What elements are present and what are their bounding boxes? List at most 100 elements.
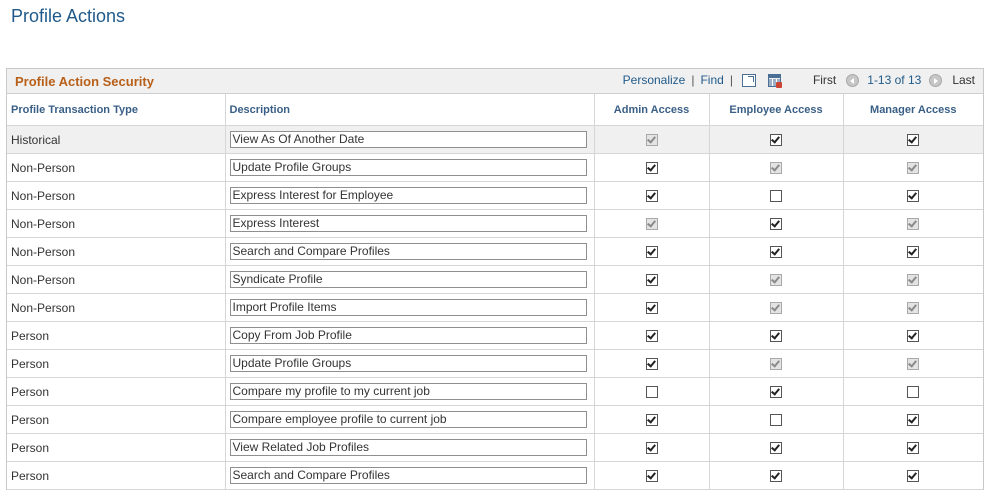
nav-separator: | (691, 73, 695, 87)
employee-access-cell (709, 153, 844, 182)
employee-access-checkbox[interactable] (770, 470, 782, 483)
manager-access-checkbox[interactable] (907, 134, 920, 147)
find-link[interactable]: Find (700, 73, 723, 87)
admin-access-checkbox[interactable] (645, 330, 658, 343)
employee-access-checkbox[interactable] (770, 218, 782, 231)
admin-access-checkbox[interactable] (645, 414, 658, 427)
manager-access-cell (843, 405, 983, 434)
manager-access-checkbox[interactable] (907, 246, 920, 259)
description-cell: Compare my profile to my current job (225, 377, 595, 406)
admin-access-checkbox (645, 218, 658, 231)
manager-access-checkbox[interactable] (907, 442, 920, 455)
manager-access-checkbox[interactable] (907, 190, 920, 203)
admin-access-cell (594, 405, 710, 434)
employee-access-cell (709, 433, 844, 462)
manager-access-checkbox[interactable] (907, 330, 920, 343)
description-input[interactable]: Copy From Job Profile (229, 327, 587, 344)
download-grid-icon[interactable] (767, 73, 782, 88)
admin-access-checkbox[interactable] (645, 190, 658, 203)
chevron-right-icon[interactable] (929, 73, 943, 87)
employee-access-cell (709, 209, 844, 238)
admin-access-cell (594, 237, 710, 266)
table-row: Non-Person Import Profile Items (7, 293, 983, 322)
description-cell: Syndicate Profile (225, 265, 595, 294)
row-range: 1-13 of 13 (867, 73, 922, 87)
new-window-icon[interactable] (741, 73, 756, 87)
employee-access-checkbox[interactable] (770, 386, 782, 399)
description-cell: Copy From Job Profile (225, 321, 595, 350)
description-input[interactable]: Search and Compare Profiles (229, 467, 587, 484)
employee-access-checkbox[interactable] (770, 134, 782, 147)
admin-access-checkbox[interactable] (645, 442, 658, 455)
description-input[interactable]: Update Profile Groups (229, 159, 587, 176)
table-row: Non-Person Update Profile Groups (7, 153, 983, 182)
admin-access-checkbox[interactable] (645, 246, 658, 259)
column-header-employee-access[interactable]: Employee Access (709, 94, 844, 126)
admin-access-checkbox[interactable] (645, 358, 658, 371)
admin-access-cell (594, 265, 710, 294)
manager-access-checkbox[interactable] (907, 414, 920, 427)
employee-access-checkbox[interactable] (770, 330, 782, 343)
admin-access-checkbox[interactable] (645, 386, 658, 399)
nav-separator: | (729, 73, 733, 87)
table-row: Person View Related Job Profiles (7, 433, 983, 462)
manager-access-cell (843, 461, 983, 490)
table-row: Person Update Profile Groups (7, 349, 983, 378)
description-input[interactable]: Compare my profile to my current job (229, 383, 587, 400)
admin-access-checkbox[interactable] (645, 274, 658, 287)
admin-access-checkbox[interactable] (645, 470, 658, 483)
column-header-type[interactable]: Profile Transaction Type (7, 94, 226, 126)
column-header-description[interactable]: Description (225, 94, 595, 126)
transaction-type-cell: Person (7, 461, 226, 490)
employee-access-checkbox[interactable] (770, 442, 782, 455)
manager-access-checkbox (907, 302, 920, 315)
chevron-left-icon[interactable] (846, 73, 860, 87)
manager-access-cell (843, 321, 983, 350)
description-input[interactable]: Import Profile Items (229, 299, 587, 316)
column-header-manager-access[interactable]: Manager Access (843, 94, 983, 126)
employee-access-checkbox[interactable] (770, 414, 782, 427)
manager-access-cell (843, 209, 983, 238)
manager-access-cell (843, 265, 983, 294)
employee-access-checkbox[interactable] (770, 246, 782, 259)
table-row: Person Search and Compare Profiles (7, 461, 983, 490)
table-row: Non-Person Syndicate Profile (7, 265, 983, 294)
table-header-row: Profile Transaction Type Description Adm… (7, 94, 983, 126)
description-input[interactable]: Syndicate Profile (229, 271, 587, 288)
transaction-type-cell: Non-Person (7, 293, 226, 322)
manager-access-cell (843, 349, 983, 378)
description-cell: View As Of Another Date (225, 125, 595, 154)
description-input[interactable]: Express Interest for Employee (229, 187, 587, 204)
employee-access-cell (709, 405, 844, 434)
transaction-type-cell: Non-Person (7, 209, 226, 238)
description-input[interactable]: View Related Job Profiles (229, 439, 587, 456)
transaction-type-cell: Non-Person (7, 237, 226, 266)
admin-access-checkbox[interactable] (645, 302, 658, 315)
manager-access-checkbox[interactable] (907, 470, 920, 483)
description-cell: Search and Compare Profiles (225, 237, 595, 266)
employee-access-checkbox (770, 162, 782, 175)
transaction-type-cell: Person (7, 349, 226, 378)
description-input[interactable]: Update Profile Groups (229, 355, 587, 372)
personalize-link[interactable]: Personalize (623, 73, 686, 87)
transaction-type-cell: Person (7, 377, 226, 406)
description-cell: Compare employee profile to current job (225, 405, 595, 434)
description-cell: Search and Compare Profiles (225, 461, 595, 490)
transaction-type-cell: Non-Person (7, 181, 226, 210)
description-input[interactable]: Search and Compare Profiles (229, 243, 587, 260)
description-input[interactable]: View As Of Another Date (229, 131, 587, 148)
employee-access-checkbox[interactable] (770, 190, 782, 203)
description-input[interactable]: Express Interest (229, 215, 587, 232)
manager-access-cell (843, 377, 983, 406)
first-label: First (812, 73, 837, 87)
manager-access-cell (843, 181, 983, 210)
column-header-admin-access[interactable]: Admin Access (594, 94, 710, 126)
admin-access-checkbox[interactable] (645, 162, 658, 175)
description-input[interactable]: Compare employee profile to current job (229, 411, 587, 428)
grid-navigation: Personalize | Find | First 1-13 of 13 La… (623, 73, 975, 88)
employee-access-cell (709, 349, 844, 378)
grid-header: Profile Action Security Personalize | Fi… (7, 69, 983, 94)
page-title: Profile Actions (11, 6, 126, 26)
admin-access-cell (594, 293, 710, 322)
manager-access-checkbox[interactable] (907, 386, 920, 399)
